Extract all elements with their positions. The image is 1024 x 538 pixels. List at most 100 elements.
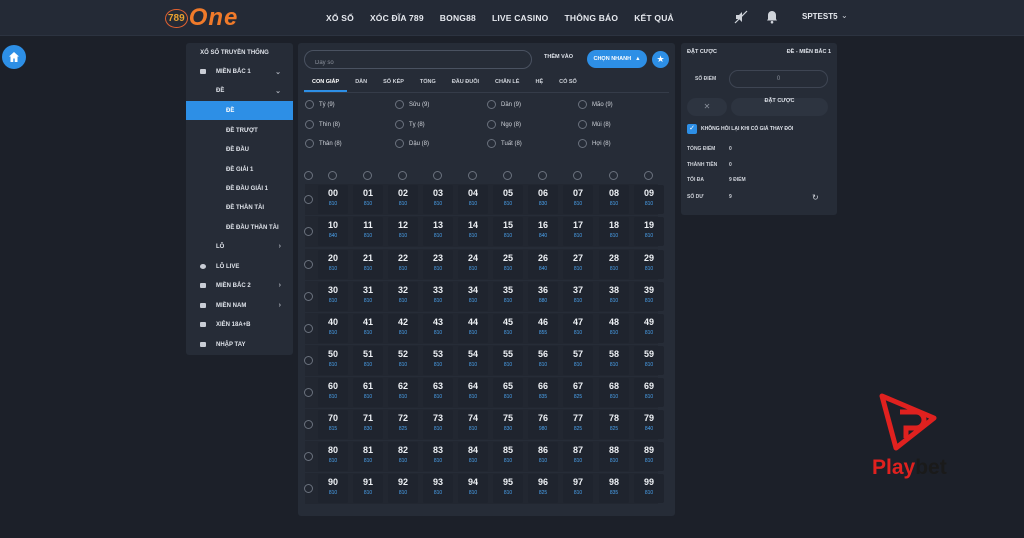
- zodiac-option[interactable]: Tỵ (8): [395, 120, 425, 129]
- column-select-radio[interactable]: [538, 171, 547, 180]
- sidebar-item-lo-live[interactable]: LÔ LIVE: [186, 257, 293, 276]
- home-button[interactable]: [2, 45, 26, 69]
- number-cell[interactable]: 92 810: [388, 474, 418, 503]
- number-cell[interactable]: 73 810: [423, 410, 453, 439]
- number-cell[interactable]: 19 810: [634, 217, 664, 246]
- number-cell[interactable]: 23 810: [423, 250, 453, 279]
- number-cell[interactable]: 42 810: [388, 314, 418, 343]
- number-cell[interactable]: 57 810: [563, 346, 593, 375]
- number-cell[interactable]: 86 810: [528, 442, 558, 471]
- number-cell[interactable]: 53 810: [423, 346, 453, 375]
- number-cell[interactable]: 03 810: [423, 185, 453, 214]
- number-cell[interactable]: 67 825: [563, 378, 593, 407]
- zodiac-option[interactable]: Thìn (8): [305, 120, 340, 129]
- number-cell[interactable]: 26 840: [528, 250, 558, 279]
- username[interactable]: SPTEST5: [802, 12, 838, 21]
- number-cell[interactable]: 16 840: [528, 217, 558, 246]
- zodiac-option[interactable]: Mão (9): [578, 100, 613, 109]
- number-cell[interactable]: 25 810: [493, 250, 523, 279]
- number-cell[interactable]: 60 810: [318, 378, 348, 407]
- column-select-radio[interactable]: [503, 171, 512, 180]
- number-cell[interactable]: 93 810: [423, 474, 453, 503]
- number-cell[interactable]: 24 810: [458, 250, 488, 279]
- number-cell[interactable]: 99 810: [634, 474, 664, 503]
- number-cell[interactable]: 82 810: [388, 442, 418, 471]
- number-cell[interactable]: 32 810: [388, 282, 418, 311]
- sidebar-item-de-than-tai[interactable]: ĐỀ THẦN TÀI: [186, 198, 293, 217]
- sidebar-item-de[interactable]: ĐỀ: [186, 101, 293, 120]
- number-cell[interactable]: 47 810: [563, 314, 593, 343]
- number-cell[interactable]: 75 830: [493, 410, 523, 439]
- column-select-radio[interactable]: [644, 171, 653, 180]
- number-cell[interactable]: 89 810: [634, 442, 664, 471]
- number-cell[interactable]: 35 810: [493, 282, 523, 311]
- number-cell[interactable]: 51 810: [353, 346, 383, 375]
- tab-co-so[interactable]: CÓ SỐ: [551, 75, 585, 92]
- tab-so-kep[interactable]: SỐ KÉP: [375, 75, 412, 92]
- number-cell[interactable]: 27 810: [563, 250, 593, 279]
- nav-xoc-dia[interactable]: XÓC ĐĨA 789: [370, 13, 424, 23]
- sidebar-item-xien[interactable]: XIÊN 18A+B: [186, 315, 293, 334]
- number-cell[interactable]: 76 980: [528, 410, 558, 439]
- sidebar-item-lo[interactable]: LÔ ›: [186, 237, 293, 256]
- number-cell[interactable]: 37 810: [563, 282, 593, 311]
- nav-ket-qua[interactable]: KẾT QUẢ: [634, 13, 674, 23]
- number-cell[interactable]: 07 810: [563, 185, 593, 214]
- column-select-radio[interactable]: [398, 171, 407, 180]
- zodiac-option[interactable]: Thân (8): [305, 139, 342, 148]
- number-cell[interactable]: 78 825: [599, 410, 629, 439]
- row-select-radio[interactable]: [304, 195, 313, 204]
- number-cell[interactable]: 28 810: [599, 250, 629, 279]
- number-cell[interactable]: 77 825: [563, 410, 593, 439]
- clear-button[interactable]: ✕: [687, 98, 727, 116]
- column-select-radio[interactable]: [433, 171, 442, 180]
- number-cell[interactable]: 09 810: [634, 185, 664, 214]
- zodiac-option[interactable]: Dần (9): [487, 100, 521, 109]
- number-cell[interactable]: 17 810: [563, 217, 593, 246]
- number-cell[interactable]: 01 810: [353, 185, 383, 214]
- number-cell[interactable]: 52 810: [388, 346, 418, 375]
- number-cell[interactable]: 72 825: [388, 410, 418, 439]
- tab-tong[interactable]: TỔNG: [412, 75, 444, 92]
- zodiac-option[interactable]: Tuất (8): [487, 139, 522, 148]
- number-cell[interactable]: 79 840: [634, 410, 664, 439]
- zodiac-option[interactable]: Dậu (8): [395, 139, 429, 148]
- tab-con-giap[interactable]: CON GIÁP: [304, 75, 348, 92]
- number-cell[interactable]: 41 810: [353, 314, 383, 343]
- sidebar-item-nhap-tay[interactable]: NHẬP TAY: [186, 335, 293, 354]
- row-select-radio[interactable]: [304, 356, 313, 365]
- column-select-radio[interactable]: [468, 171, 477, 180]
- number-cell[interactable]: 40 810: [318, 314, 348, 343]
- number-cell[interactable]: 13 810: [423, 217, 453, 246]
- quick-select-button[interactable]: CHỌN NHANH ▲: [587, 50, 647, 68]
- points-input[interactable]: 0: [729, 70, 828, 88]
- nav-bong88[interactable]: BONG88: [440, 13, 476, 23]
- nav-xo-so[interactable]: XỔ SỐ: [326, 13, 354, 23]
- number-cell[interactable]: 49 810: [634, 314, 664, 343]
- number-cell[interactable]: 91 810: [353, 474, 383, 503]
- chevron-down-icon[interactable]: ⌄: [841, 11, 848, 20]
- number-cell[interactable]: 48 810: [599, 314, 629, 343]
- number-cell[interactable]: 00 810: [318, 185, 348, 214]
- number-cell[interactable]: 38 810: [599, 282, 629, 311]
- brand-logo[interactable]: 789 One: [165, 4, 238, 31]
- number-cell[interactable]: 45 810: [493, 314, 523, 343]
- row-select-radio[interactable]: [304, 324, 313, 333]
- number-cell[interactable]: 20 810: [318, 250, 348, 279]
- column-select-radio[interactable]: [363, 171, 372, 180]
- number-cell[interactable]: 14 810: [458, 217, 488, 246]
- refresh-icon[interactable]: ↻: [812, 193, 819, 202]
- zodiac-option[interactable]: Ngọ (8): [487, 120, 521, 129]
- tab-chan-le[interactable]: CHẴN LẺ: [487, 75, 527, 92]
- column-select-radio[interactable]: [328, 171, 337, 180]
- number-cell[interactable]: 59 810: [634, 346, 664, 375]
- row-select-radio[interactable]: [304, 452, 313, 461]
- tab-dau-duoi[interactable]: ĐẦU ĐUÔI: [444, 75, 487, 92]
- zodiac-option[interactable]: Tý (9): [305, 100, 335, 109]
- number-cell[interactable]: 74 810: [458, 410, 488, 439]
- number-cell[interactable]: 15 810: [493, 217, 523, 246]
- row-select-radio[interactable]: [304, 227, 313, 236]
- number-cell[interactable]: 39 810: [634, 282, 664, 311]
- number-cell[interactable]: 68 810: [599, 378, 629, 407]
- number-sequence-field[interactable]: [304, 50, 532, 72]
